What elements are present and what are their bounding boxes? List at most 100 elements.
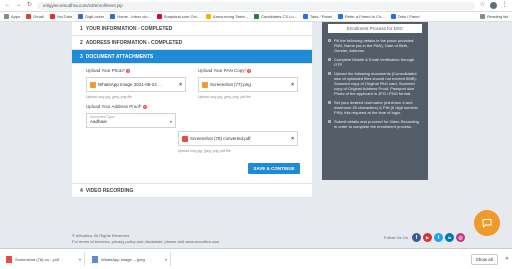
help-icon[interactable]: ? (247, 69, 252, 73)
download-filename: Screenshot (78) co....pdf (15, 256, 59, 262)
address-hint: Upload only jpg, jpeg, png, pdf file (178, 149, 231, 153)
step-document-attachments[interactable]: 3 DOCUMENT ATTACHMENTS (72, 50, 312, 64)
announcing-icon (206, 14, 212, 19)
bookmark-candidates[interactable]: Candidates CS Lo... (254, 14, 297, 19)
step-number: 3 (80, 53, 83, 60)
step-your-information[interactable]: 1 YOUR INFORMATION - COMPLETED (72, 22, 312, 36)
bookmark-announcing[interactable]: Announcing Taste... (206, 14, 248, 19)
pdf-file-icon (6, 255, 12, 263)
photo-filename: WhatsApp Image 2021-08-24 ... (98, 82, 162, 87)
forward-icon[interactable]: → (15, 2, 22, 9)
bookmark-label: Home - Inbox clo... (117, 14, 151, 19)
bookmarks-bar: Apps Gmail YouTube DigiLocker Home - Inb… (0, 12, 512, 22)
panel-item-text: Complete Mobile & Email Verification thr… (334, 57, 415, 67)
bookmark-digilocker[interactable]: DigiLocker (78, 14, 104, 19)
download-item[interactable]: Screenshot (78) co....pdf ▾ (3, 252, 85, 266)
step-title: YOUR INFORMATION - COMPLETED (85, 25, 173, 32)
document-type-value: Aadhaar (90, 119, 108, 124)
required-marker: * (123, 68, 126, 73)
pan-filename: Screenshot (77).png (210, 82, 251, 87)
linkedin-icon[interactable]: in (445, 233, 455, 242)
chevron-down-icon[interactable]: ▾ (79, 257, 81, 262)
youtube-icon[interactable]: ▶ (423, 233, 433, 242)
step-title: VIDEO RECORDING (85, 187, 134, 194)
digilocker-icon (78, 14, 84, 19)
photo-label-text: Upload Your Photo (86, 68, 124, 73)
address-label-text: Upload Your Address Proof (86, 104, 141, 109)
gmail-icon (26, 14, 32, 19)
panel-item: Submit details and proceed for Video Rec… (328, 119, 422, 129)
chevron-down-icon[interactable]: ▾ (165, 257, 167, 262)
menu-icon[interactable]: ⋮ (501, 2, 508, 9)
show-all-button[interactable]: Show all (470, 253, 498, 265)
step-number: 2 (80, 39, 83, 46)
bullet-icon (328, 72, 331, 75)
inbox-icon (110, 14, 116, 19)
tabs-icon (302, 14, 308, 19)
download-item[interactable]: WhatsApp Image ....jpeg ▾ (89, 252, 171, 266)
photo-file-field[interactable]: WhatsApp Image 2021-08-24 ... × (86, 77, 186, 92)
bullet-icon (328, 58, 331, 61)
help-icon[interactable]: ? (126, 69, 131, 73)
pan-hint: Upload only jpg, jpeg, png, pdf file (198, 95, 251, 99)
panel-item: Complete Mobile & Email Verification thr… (328, 57, 422, 67)
bookmark-inbox[interactable]: Home - Inbox clo... (110, 14, 151, 19)
bookmark-gmail[interactable]: Gmail (26, 14, 44, 19)
step-title: ADDRESS INFORMATION - COMPLETED (85, 39, 183, 46)
enrollment-process-panel: Enrollment Process for DSC Fill the foll… (322, 22, 428, 180)
step-address-information[interactable]: 2 ADDRESS INFORMATION - COMPLETED (72, 36, 312, 50)
step-video-recording[interactable]: 4 VIDEO RECORDING (72, 184, 312, 198)
bullet-icon (328, 39, 331, 42)
pan-label-text: Upload Your PAN Copy (198, 68, 245, 73)
apps-icon (4, 14, 9, 19)
step-number: 1 (80, 25, 83, 32)
bookmark-label: YouTube (56, 14, 73, 19)
bookmark-label: Candidates CS Lo... (261, 14, 297, 19)
chat-button[interactable] (474, 210, 500, 236)
reload-icon[interactable]: ↻ (26, 2, 33, 9)
page-footer: © eMudhra. All Rights Reserved. For term… (72, 233, 219, 244)
star-icon[interactable]: ☆ (479, 2, 486, 9)
download-filename: WhatsApp Image ....jpeg (101, 256, 145, 262)
snapdeal-icon (156, 14, 162, 19)
help-icon[interactable]: ? (142, 105, 147, 109)
panel-item-text: Set your desired Username (minimum 6 and… (334, 100, 419, 115)
remove-pan-button[interactable]: × (291, 82, 294, 88)
panel-item-text: Submit details and proceed for Video Rec… (334, 119, 419, 129)
pan-file-field[interactable]: Screenshot (77).png × (198, 77, 298, 92)
step-number: 4 (80, 187, 83, 194)
chat-bubble-icon (482, 219, 492, 228)
image-file-icon (92, 255, 98, 263)
profile-avatar[interactable] (490, 2, 497, 9)
address-bar[interactable]: e4igyne.emudhra.com/v3/enrollment.jsp (37, 1, 475, 10)
back-icon[interactable]: ← (4, 2, 11, 9)
candidates-icon (254, 14, 260, 19)
bookmark-youtube[interactable]: YouTube (49, 14, 73, 19)
reading-list[interactable]: Reading list (480, 14, 508, 19)
bookmark-label: Announcing Taste... (213, 14, 249, 19)
bookmark-tabs-panel[interactable]: Tabs / Panel (302, 14, 332, 19)
bookmark-snapdeal[interactable]: Snapdeal.com Onl... (156, 14, 201, 19)
chevron-down-icon: ▾ (169, 119, 172, 124)
document-type-select[interactable]: Document Type Aadhaar ▾ (86, 113, 176, 128)
instagram-icon[interactable]: ◎ (456, 233, 466, 242)
remove-address-button[interactable]: × (291, 136, 294, 142)
save-continue-button[interactable]: SAVE & CONTINUE (248, 163, 300, 174)
bookmark-label: Snapdeal.com Onl... (163, 14, 201, 19)
downloads-bar: Screenshot (78) co....pdf ▾ WhatsApp Ima… (0, 248, 512, 269)
address-file-field[interactable]: Screenshot (78) converted.pdf × (178, 131, 298, 146)
remove-photo-button[interactable]: × (179, 82, 182, 88)
bookmark-label: Gmail (33, 14, 44, 19)
close-icon[interactable]: ✕ (505, 256, 509, 262)
document-attachments-section: Upload Your Photo*? WhatsApp Image 2021-… (72, 64, 312, 184)
reading-list-icon (480, 14, 486, 19)
bookmark-label: Apps (11, 14, 21, 19)
bookmark-refer[interactable]: Refer a Friend to Ch... (337, 14, 385, 19)
facebook-icon[interactable]: f (412, 233, 422, 242)
pan-upload-label: Upload Your PAN Copy*? (198, 68, 252, 73)
bookmark-tabs-panel-2[interactable]: Tabs / Panel (390, 14, 420, 19)
required-marker: * (140, 104, 142, 109)
twitter-icon[interactable]: t (434, 233, 444, 242)
reading-list-label: Reading list (487, 14, 508, 19)
bookmark-apps[interactable]: Apps (4, 14, 20, 19)
